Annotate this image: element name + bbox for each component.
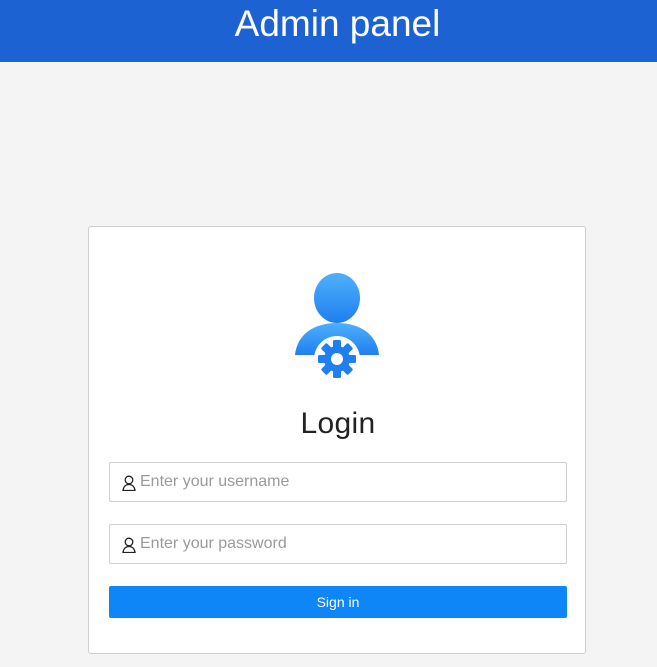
page-title: Admin panel	[234, 3, 441, 44]
sign-in-button[interactable]: Sign in	[109, 586, 567, 618]
user-icon	[122, 475, 136, 491]
login-card: Login Sign in	[88, 226, 586, 654]
username-input[interactable]	[140, 463, 560, 501]
password-field[interactable]	[109, 524, 567, 564]
login-heading: Login	[300, 407, 376, 440]
password-input[interactable]	[140, 525, 560, 563]
admin-user-gear-icon	[295, 273, 379, 381]
username-field[interactable]	[109, 462, 567, 502]
user-icon	[122, 537, 136, 553]
top-header-bar: Admin panel	[0, 0, 657, 62]
